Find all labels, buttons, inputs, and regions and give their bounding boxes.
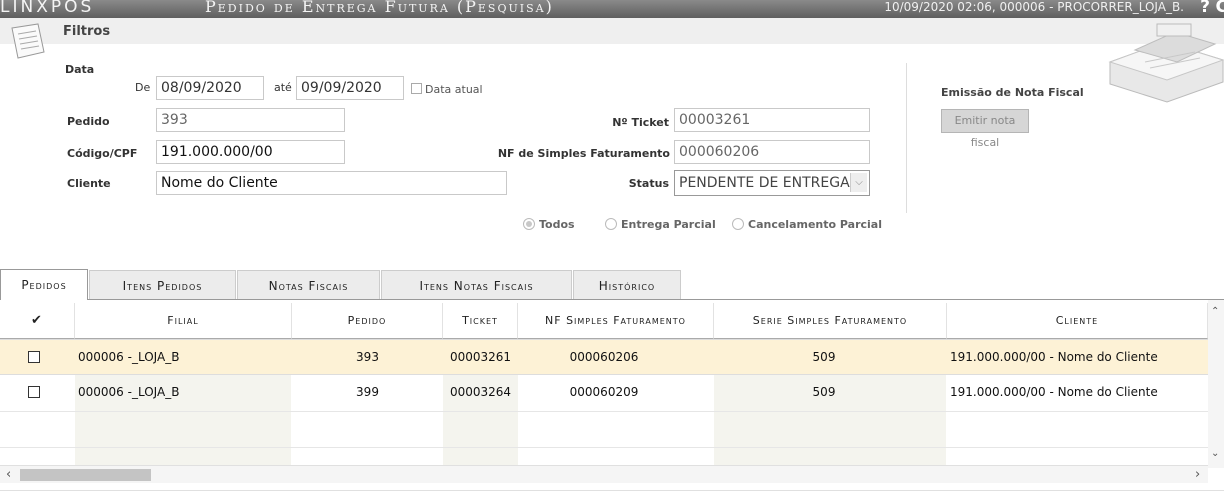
cell-cliente: 191.000.000/00 - Nome do Cliente [950, 385, 1158, 399]
row-checkbox[interactable] [28, 386, 40, 398]
nf-simples-input[interactable]: 000060206 [674, 140, 870, 164]
data-atual-label: Data atual [425, 83, 483, 96]
scroll-down-icon[interactable]: ⌄ [1211, 448, 1219, 459]
chevron-down-icon[interactable]: ⌵ [850, 173, 867, 192]
table-row[interactable]: 000006 -_LOJA_B 393 00003261 000060206 5… [0, 339, 1208, 375]
cell-cliente: 191.000.000/00 - Nome do Cliente [950, 350, 1158, 364]
column-header-serie-simples[interactable]: Serie Simples Faturamento [714, 303, 947, 339]
close-icon[interactable]: C [1216, 0, 1224, 17]
session-info: 10/09/2020 02:06, 000006 - PROCORRER_LOJ… [884, 0, 1184, 14]
pedidos-grid: ✔ Filial Pedido Ticket NF Simples Fatura… [0, 300, 1208, 465]
ticket-label: Nº Ticket [612, 116, 669, 129]
cell-ticket: 00003261 [449, 350, 512, 364]
app-logo: LINXPOS [0, 0, 95, 17]
radio-cancelamento-parcial[interactable] [732, 218, 744, 230]
de-label: De [135, 81, 151, 94]
row-divider [0, 447, 1208, 448]
emitir-nota-fiscal-button[interactable]: Emitir nota fiscal [941, 109, 1029, 149]
tab-pedidos[interactable]: Pedidos [0, 269, 88, 300]
cell-filial: 000006 -_LOJA_B [78, 350, 180, 364]
cell-pedido: 393 [356, 350, 379, 364]
nf-simples-label: NF de Simples Faturamento [497, 147, 670, 160]
vertical-scrollbar[interactable]: ⌃ ⌄ [1208, 300, 1224, 468]
emissao-nota-fiscal-label: Emissão de Nota Fiscal [941, 86, 1084, 99]
scroll-up-icon[interactable]: ⌃ [1211, 306, 1219, 317]
tab-historico[interactable]: Histórico [573, 270, 681, 300]
cell-serie: 509 [812, 350, 836, 364]
ticket-input[interactable]: 00003261 [674, 108, 870, 132]
document-icon [8, 22, 48, 65]
row-checkbox[interactable] [28, 351, 40, 363]
horizontal-scrollbar[interactable]: ‹ › [0, 465, 1208, 483]
filters-title: Filtros [63, 24, 111, 39]
status-select[interactable]: PENDENTE DE ENTREGA ⌵ [674, 170, 870, 196]
cell-pedido: 399 [356, 385, 379, 399]
vertical-divider [906, 63, 907, 213]
column-header-ticket[interactable]: Ticket [443, 303, 518, 339]
row-divider [0, 411, 1208, 412]
date-from-input[interactable]: 08/09/2020 [156, 76, 264, 100]
data-atual-checkbox[interactable] [411, 83, 422, 94]
radio-todos[interactable] [523, 218, 535, 230]
cash-register-icon [1105, 22, 1224, 107]
column-header-filial[interactable]: Filial [75, 303, 292, 339]
radio-entrega-parcial[interactable] [605, 218, 617, 230]
status-value: PENDENTE DE ENTREGA [679, 175, 850, 191]
cell-serie: 509 [812, 385, 836, 399]
radio-cancelamento-parcial-label: Cancelamento Parcial [748, 218, 882, 231]
cliente-label: Cliente [67, 177, 111, 190]
column-header-cliente[interactable]: Cliente [947, 303, 1208, 339]
tab-itens-pedidos[interactable]: Itens Pedidos [89, 270, 236, 300]
cell-filial: 000006 -_LOJA_B [78, 385, 180, 399]
window-title: Pedido de Entrega Futura (Pesquisa) [205, 0, 554, 16]
tab-itens-notas-fiscais[interactable]: Itens Notas Fiscais [381, 270, 572, 300]
column-header-nf-simples[interactable]: NF Simples Faturamento [518, 303, 714, 339]
pedido-label: Pedido [67, 115, 110, 128]
data-label: Data [65, 63, 95, 76]
table-row[interactable]: 000006 -_LOJA_B 399 00003264 000060209 5… [0, 375, 1208, 411]
scroll-right-icon[interactable]: › [1195, 467, 1200, 482]
cell-nf: 000060206 [569, 350, 639, 364]
scrollbar-thumb[interactable] [20, 469, 151, 481]
cliente-input[interactable]: Nome do Cliente [156, 171, 507, 195]
column-header-pedido[interactable]: Pedido [292, 303, 443, 339]
filters-header: Filtros [0, 18, 1224, 59]
cell-ticket: 00003264 [449, 385, 512, 399]
scroll-left-icon[interactable]: ‹ [6, 467, 11, 482]
cell-nf: 000060209 [569, 385, 639, 399]
title-bar: LINXPOS Pedido de Entrega Futura (Pesqui… [0, 0, 1224, 18]
codigo-cpf-input[interactable]: 191.000.000/00 [156, 140, 345, 164]
status-label: Status [628, 177, 669, 190]
radio-entrega-parcial-label: Entrega Parcial [621, 218, 716, 231]
pedido-input[interactable]: 393 [156, 108, 345, 132]
ate-label: até [274, 81, 292, 94]
tab-notas-fiscais[interactable]: Notas Fiscais [237, 270, 380, 300]
radio-todos-label: Todos [539, 218, 575, 231]
bottom-divider [0, 490, 1224, 491]
check-column-header[interactable]: ✔ [0, 303, 75, 339]
codigo-cpf-label: Código/CPF [67, 147, 138, 160]
date-to-input[interactable]: 09/09/2020 [296, 76, 404, 100]
help-icon[interactable]: ? [1200, 0, 1210, 17]
